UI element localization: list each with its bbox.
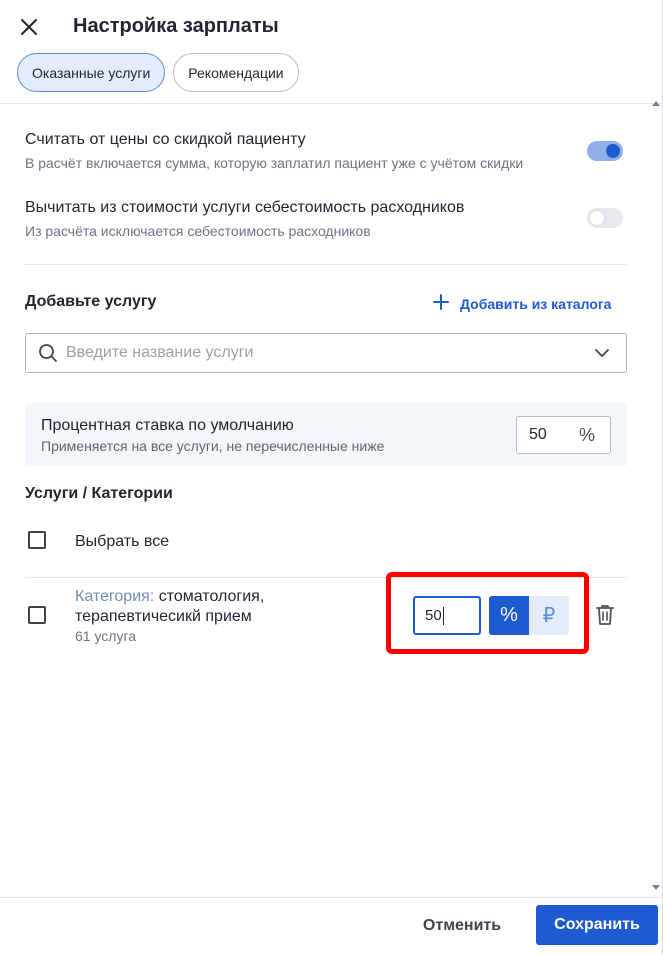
search-icon <box>38 343 58 363</box>
add-service-label: Добавьте услугу <box>25 293 157 310</box>
setting-description: Из расчёта исключается себестоимость рас… <box>25 223 371 239</box>
category-name-line2: терапевтичесикй прием <box>75 608 252 625</box>
toggle-discount-price[interactable] <box>587 141 623 161</box>
setting-subtract-consumables: Вычитать из стоимости услуги себестоимос… <box>25 199 625 239</box>
section-divider <box>25 264 627 265</box>
unit-ruble-button[interactable]: ₽ <box>529 596 569 635</box>
footer-divider <box>0 897 662 898</box>
text-caret <box>442 606 444 625</box>
percent-unit: % <box>579 424 596 445</box>
default-rate-description: Применяется на все услуги, не перечислен… <box>41 438 385 454</box>
default-rate-title: Процентная ставка по умолчанию <box>41 417 294 434</box>
add-from-catalog-button[interactable]: Добавить из каталога <box>432 293 611 314</box>
add-from-catalog-label: Добавить из каталога <box>460 295 612 312</box>
setting-discount-price: Считать от цены со скидкой пациенту В ра… <box>25 131 625 171</box>
trash-icon[interactable] <box>594 603 616 627</box>
unit-percent-button[interactable]: % <box>489 596 529 635</box>
save-button[interactable]: Сохранить <box>536 905 658 945</box>
toggle-knob <box>590 211 604 225</box>
row-rate-input[interactable]: 50 <box>413 596 481 635</box>
tabs: Оказанные услуги Рекомендации <box>17 53 299 92</box>
plus-icon <box>432 293 450 314</box>
select-all-checkbox[interactable] <box>28 531 46 549</box>
unit-toggle: % ₽ <box>489 596 569 635</box>
tab-recommendations[interactable]: Рекомендации <box>173 53 299 92</box>
category-prefix: Категория: <box>75 588 155 605</box>
select-all-label: Выбрать все <box>75 533 170 550</box>
row-checkbox[interactable] <box>28 606 46 624</box>
header-divider <box>0 103 662 104</box>
setting-title: Вычитать из стоимости услуги себестоимос… <box>25 199 465 216</box>
default-rate-value: 50 <box>529 426 547 443</box>
scroll-up-arrow[interactable] <box>652 101 660 106</box>
default-rate-input[interactable]: 50 % <box>516 416 611 454</box>
chevron-down-icon[interactable] <box>592 343 612 363</box>
category-name: стоматология, <box>158 588 265 605</box>
toggle-knob <box>606 144 620 158</box>
salary-settings-panel: Настройка зарплаты Оказанные услуги Реко… <box>0 0 663 955</box>
category-service-count: 61 услуга <box>75 628 137 644</box>
cancel-button[interactable]: Отменить <box>406 907 518 945</box>
service-search <box>25 333 627 373</box>
scroll-down-arrow[interactable] <box>652 885 660 890</box>
category-name-line1: Категория: стоматология, <box>75 588 264 606</box>
page-title: Настройка зарплаты <box>73 15 279 37</box>
service-search-input[interactable] <box>66 344 592 362</box>
setting-description: В расчёт включается сумма, которую запла… <box>25 155 524 171</box>
row-rate-value: 50 <box>425 607 442 624</box>
close-icon[interactable] <box>16 14 42 40</box>
setting-title: Считать от цены со скидкой пациенту <box>25 131 306 148</box>
tab-provided-services[interactable]: Оказанные услуги <box>17 53 166 92</box>
services-list-title: Услуги / Категории <box>25 485 173 502</box>
default-rate-box: Процентная ставка по умолчанию Применяет… <box>25 403 627 466</box>
toggle-subtract-consumables[interactable] <box>587 208 623 228</box>
